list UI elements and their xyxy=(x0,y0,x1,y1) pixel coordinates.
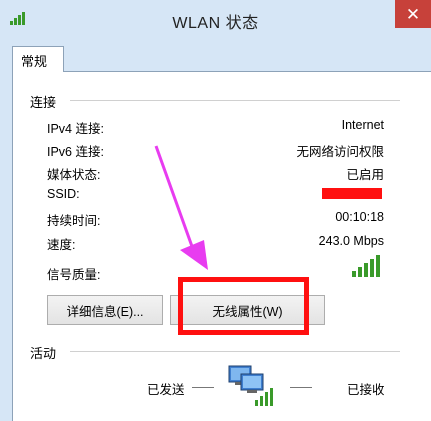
activity-divider xyxy=(70,351,400,352)
annotation-arrow xyxy=(154,145,208,270)
connection-divider xyxy=(70,100,400,101)
media-state-value: 已启用 xyxy=(346,168,384,182)
received-dash xyxy=(290,387,312,388)
speed-label: 速度: xyxy=(47,238,76,252)
duration-value: 00:10:18 xyxy=(335,210,384,224)
close-icon: ✕ xyxy=(405,4,421,24)
tab-general[interactable]: 常规 xyxy=(12,46,64,72)
ipv6-value: 无网络访问权限 xyxy=(296,145,384,159)
ipv4-value: Internet xyxy=(341,118,384,132)
wlan-status-window: WLAN 状态 ✕ 常规 连接 IPv4 连接: Internet IPv6 连… xyxy=(0,0,431,421)
annotation-highlight-box xyxy=(178,277,309,335)
ssid-redaction xyxy=(322,188,382,199)
sent-label: 已发送 xyxy=(147,383,185,397)
close-button[interactable]: ✕ xyxy=(395,0,431,28)
title-bar[interactable]: WLAN 状态 ✕ xyxy=(0,0,431,38)
window-title: WLAN 状态 xyxy=(172,15,259,32)
sent-dash xyxy=(192,387,214,388)
duration-label: 持续时间: xyxy=(47,214,101,228)
ipv6-label: IPv6 连接: xyxy=(47,145,104,159)
ssid-label: SSID: xyxy=(47,187,80,201)
connection-group-label: 连接 xyxy=(30,95,57,110)
media-state-label: 媒体状态: xyxy=(47,168,101,182)
details-button[interactable]: 详细信息(E)... xyxy=(47,295,163,325)
activity-group-label: 活动 xyxy=(30,346,57,361)
received-label: 已接收 xyxy=(347,383,385,397)
ipv4-label: IPv4 连接: xyxy=(47,122,104,136)
signal-quality-label: 信号质量: xyxy=(47,268,101,282)
speed-value: 243.0 Mbps xyxy=(318,234,384,248)
network-computer-icon xyxy=(228,365,273,406)
signal-strength-icon xyxy=(352,255,380,277)
